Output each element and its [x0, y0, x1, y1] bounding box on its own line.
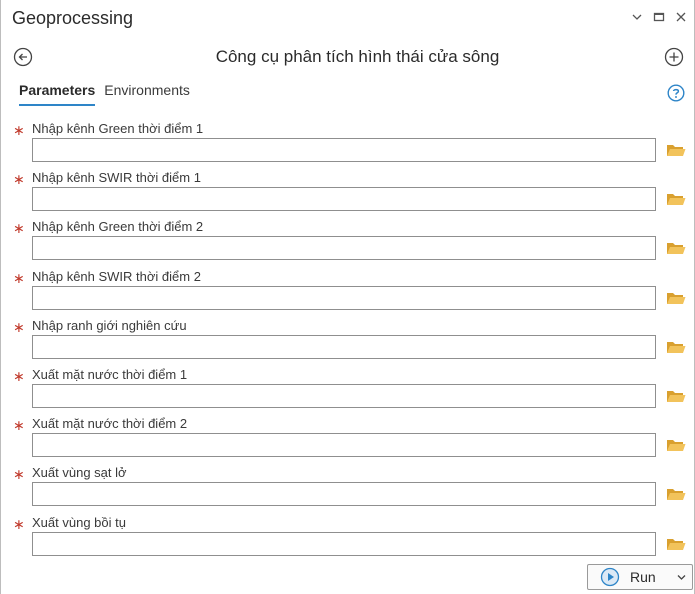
folder-icon[interactable] [666, 290, 686, 306]
folder-icon[interactable] [666, 191, 686, 207]
play-circle-icon [600, 567, 620, 587]
param-label: Nhập kênh Green thời điểm 1 [32, 121, 204, 136]
maximize-icon[interactable] [652, 10, 666, 24]
required-marker: ∗ [13, 417, 25, 434]
param-label: Nhập kênh SWIR thời điểm 2 [32, 268, 201, 284]
green-t2-input[interactable] [32, 236, 656, 261]
param-label: Xuất vùng sạt lở [32, 465, 127, 481]
param-swir-t2: ∗ Nhập kênh SWIR thời điểm 2 [1, 266, 694, 315]
folder-icon[interactable] [666, 142, 686, 158]
param-label: Xuất mặt nước thời điểm 2 [32, 416, 188, 432]
help-icon[interactable] [667, 84, 685, 102]
chevron-down-icon[interactable] [677, 574, 686, 581]
param-green-t2: ∗ Nhập kênh Green thời điểm 2 [1, 216, 694, 265]
tab-environments[interactable]: Environments [104, 82, 190, 106]
param-water-t1: ∗ Xuất mặt nước thời điểm 1 [1, 364, 694, 413]
pane-title: Geoprocessing [12, 8, 134, 28]
title-bar: Geoprocessing [1, 0, 694, 38]
swir-t2-input[interactable] [32, 285, 656, 310]
folder-icon[interactable] [666, 388, 686, 404]
param-label: Nhập ranh giới nghiên cứu [32, 317, 187, 333]
param-accretion: ∗ Xuất vùng bồi tụ [1, 512, 694, 561]
required-marker: ∗ [13, 367, 25, 384]
parameters-list: ∗ Nhập kênh Green thời điểm 1 ∗ Nhập kên… [1, 118, 694, 561]
window-controls [630, 10, 688, 24]
study-boundary-input[interactable] [32, 334, 656, 359]
run-button[interactable]: Run [587, 564, 693, 590]
accretion-output[interactable] [32, 531, 656, 556]
required-marker: ∗ [13, 515, 25, 532]
folder-icon[interactable] [666, 240, 686, 256]
param-label: Xuất vùng bồi tụ [32, 514, 126, 530]
run-label: Run [630, 569, 656, 585]
param-water-t2: ∗ Xuất mặt nước thời điểm 2 [1, 413, 694, 462]
close-icon[interactable] [674, 10, 688, 24]
water-t1-output[interactable] [32, 383, 656, 408]
plus-circle-icon[interactable] [664, 47, 684, 67]
tab-parameters[interactable]: Parameters [19, 82, 96, 106]
geoprocessing-pane: Geoprocessing Công cụ phân tích hình thá… [0, 0, 695, 594]
required-marker: ∗ [13, 220, 25, 237]
param-label: Xuất mặt nước thời điểm 1 [32, 366, 188, 382]
tool-header: Công cụ phân tích hình thái cửa sông [1, 40, 694, 74]
folder-icon[interactable] [666, 486, 686, 502]
required-marker: ∗ [13, 171, 25, 188]
erosion-output[interactable] [32, 482, 656, 507]
param-label: Nhập kênh SWIR thời điểm 1 [32, 170, 201, 186]
folder-icon[interactable] [666, 437, 686, 453]
swir-t1-input[interactable] [32, 187, 656, 212]
green-t1-input[interactable] [32, 138, 656, 162]
tab-strip: Parameters Environments [19, 82, 190, 106]
param-swir-t1: ∗ Nhập kênh SWIR thời điểm 1 [1, 167, 694, 216]
required-marker: ∗ [13, 466, 25, 483]
tool-title: Công cụ phân tích hình thái cửa sông [215, 47, 500, 66]
param-green-t1: ∗ Nhập kênh Green thời điểm 1 [1, 118, 694, 167]
required-marker: ∗ [13, 318, 25, 335]
chevron-down-icon[interactable] [630, 10, 644, 24]
param-label: Nhập kênh Green thời điểm 2 [32, 219, 204, 235]
param-study-boundary: ∗ Nhập ranh giới nghiên cứu [1, 315, 694, 364]
required-marker: ∗ [13, 269, 25, 286]
param-erosion: ∗ Xuất vùng sạt lở [1, 462, 694, 511]
folder-icon[interactable] [666, 339, 686, 355]
folder-icon[interactable] [666, 536, 686, 552]
water-t2-output[interactable] [32, 433, 656, 458]
required-marker: ∗ [13, 122, 25, 138]
